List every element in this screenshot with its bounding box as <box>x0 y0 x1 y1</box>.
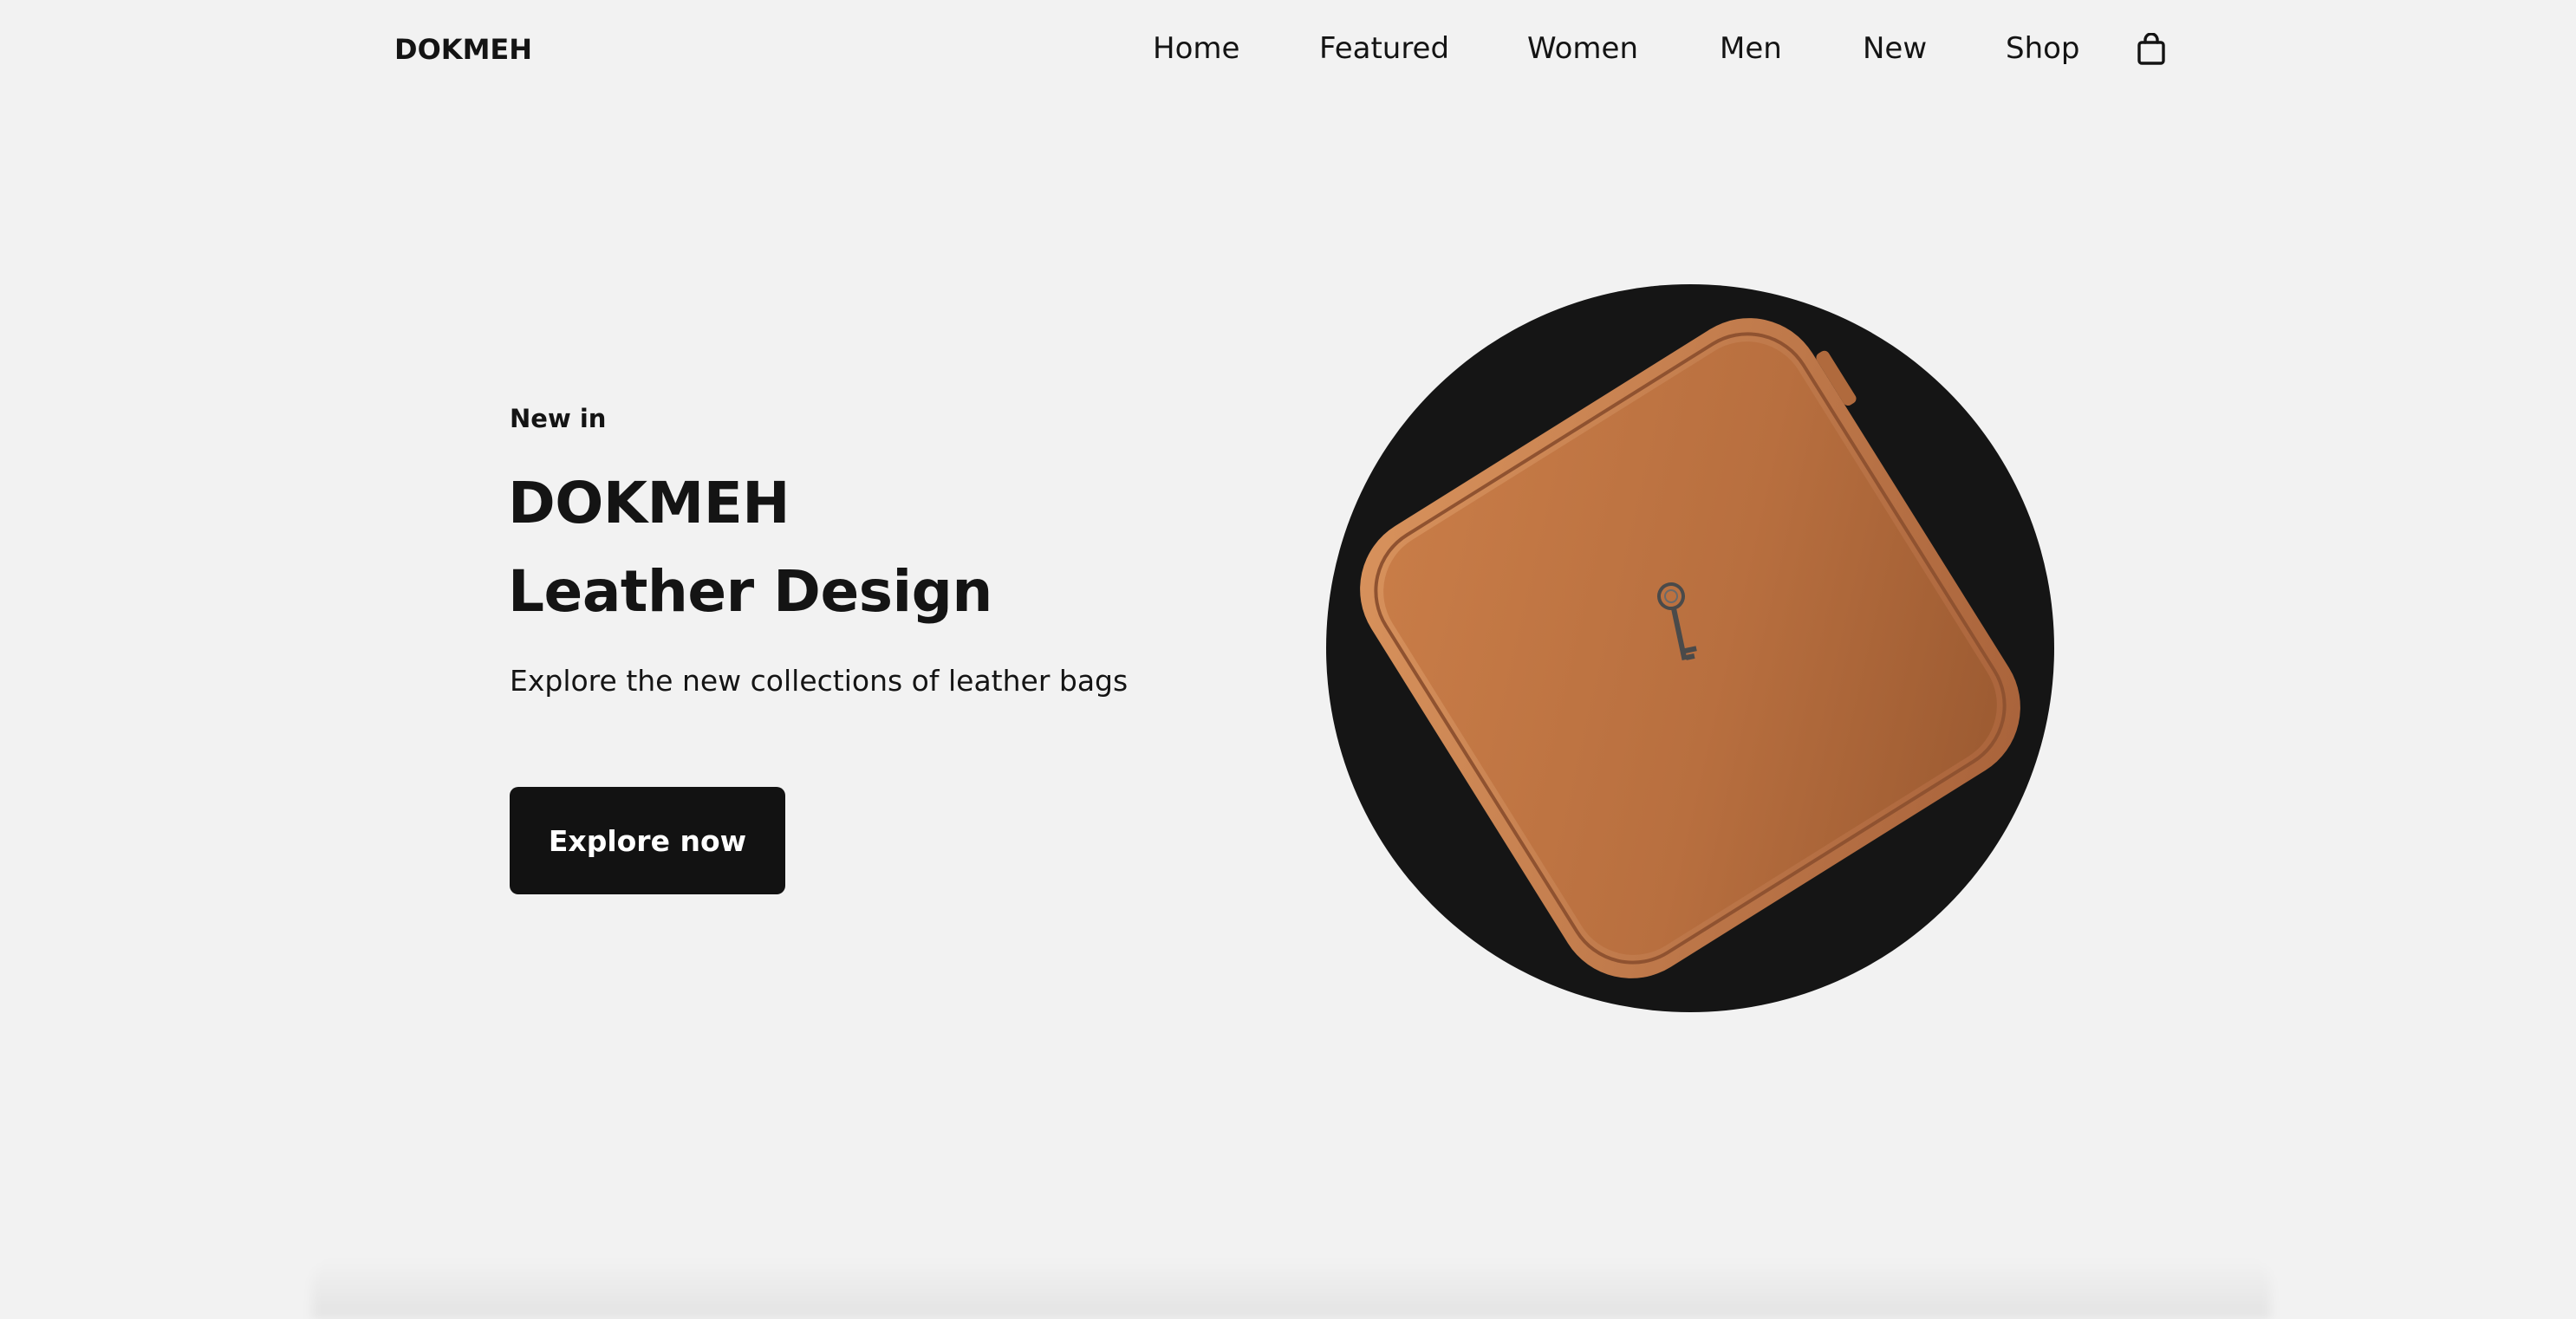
explore-now-button[interactable]: Explore now <box>510 787 785 894</box>
hero-title-line-1: DOKMEH <box>508 470 790 536</box>
nav-item-shop[interactable]: Shop <box>2006 31 2080 66</box>
leather-bag-illustration <box>1360 318 2020 978</box>
hero-product-image <box>1326 284 2054 1012</box>
hero-kicker: New in <box>510 404 607 433</box>
nav-item-home[interactable]: Home <box>1153 31 1239 66</box>
nav-item-men[interactable]: Men <box>1720 31 1782 66</box>
nav-item-women[interactable]: Women <box>1527 31 1638 66</box>
site-header: DOKMEH Home Featured Women Men New Shop <box>0 0 2576 104</box>
shopping-bag-icon-svg <box>2137 32 2165 65</box>
nav-item-new[interactable]: New <box>1863 31 1927 66</box>
shopping-bag-icon[interactable] <box>2136 32 2167 66</box>
nav-item-featured[interactable]: Featured <box>1319 31 1449 66</box>
brand-logo[interactable]: DOKMEH <box>394 33 532 66</box>
next-section-shadow <box>312 1258 2271 1319</box>
hero-title-line-2: Leather Design <box>508 558 992 625</box>
hero-subtitle: Explore the new collections of leather b… <box>510 664 1129 698</box>
